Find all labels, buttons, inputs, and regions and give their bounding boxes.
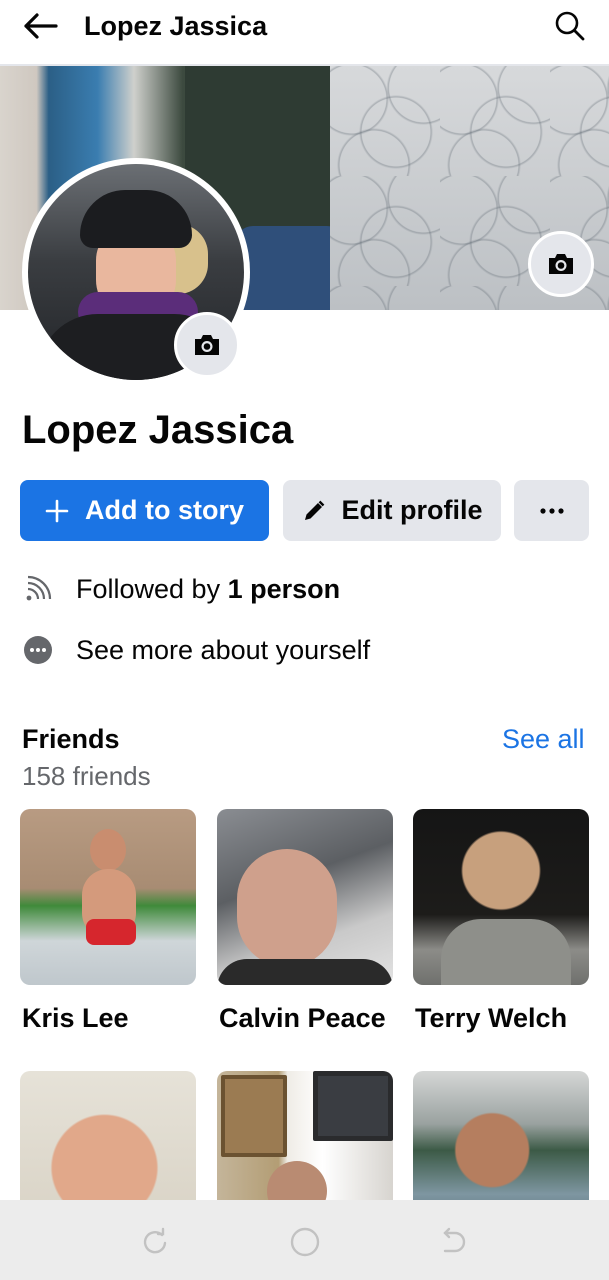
profile-name: Lopez Jassica [22,408,294,452]
edit-profile-button[interactable]: Edit profile [283,480,501,541]
followed-by-text: Followed by [76,573,228,604]
more-options-button[interactable] [514,480,589,541]
friends-section-title: Friends [22,724,120,754]
photo-figure [217,959,393,985]
system-back-button[interactable] [432,1222,472,1262]
friend-name-kris-lee[interactable]: Kris Lee [22,1001,129,1035]
photo-figure [90,829,126,871]
edit-profile-label: Edit profile [341,495,483,525]
photo-figure [313,1071,393,1141]
more-circle-icon [22,634,54,666]
more-horizontal-icon [539,507,564,514]
see-all-friends-link[interactable]: See all [502,722,585,756]
edit-cover-photo-button[interactable] [528,231,594,297]
plus-icon [45,499,69,523]
friend-photo-kris-lee[interactable] [20,809,196,985]
recent-apps-icon [143,1227,167,1254]
add-to-story-button[interactable]: Add to story [20,480,269,541]
friend-name-terry-welch[interactable]: Terry Welch [415,1001,567,1035]
top-app-bar: Lopez Jassica [0,0,609,66]
photo-figure [237,849,337,967]
search-icon [555,11,585,41]
friend-name-calvin-peace[interactable]: Calvin Peace [219,1001,386,1035]
search-button[interactable] [548,6,592,46]
recent-apps-button[interactable] [135,1222,175,1262]
arrow-left-icon [24,13,58,39]
camera-icon [549,254,573,274]
photo-figure [86,919,136,945]
edit-profile-picture-button[interactable] [174,312,240,378]
camera-icon [195,335,219,355]
home-circle-icon [290,1227,320,1257]
header-title: Lopez Jassica [84,11,268,41]
photo-figure [221,1075,287,1157]
friend-photo-calvin-peace[interactable] [217,809,393,985]
followers-feed-icon [22,573,54,605]
pencil-icon [302,499,326,523]
system-navigation-bar [0,1200,609,1280]
followed-by-count: 1 person [227,573,341,604]
see-more-about-label: See more about yourself [76,634,371,665]
home-button[interactable] [285,1222,325,1262]
photo-figure [441,919,571,985]
friends-count: 158 friends [22,761,151,791]
system-back-icon [443,1227,466,1253]
add-to-story-label: Add to story [85,495,244,525]
avatar-beanie [80,190,192,248]
back-button[interactable] [18,8,62,44]
followed-by-row[interactable]: Followed by 1 person [22,571,340,607]
cover-figure-jeans [235,226,345,310]
friend-photo-terry-welch[interactable] [413,809,589,985]
see-more-about-row[interactable]: See more about yourself [22,632,370,668]
